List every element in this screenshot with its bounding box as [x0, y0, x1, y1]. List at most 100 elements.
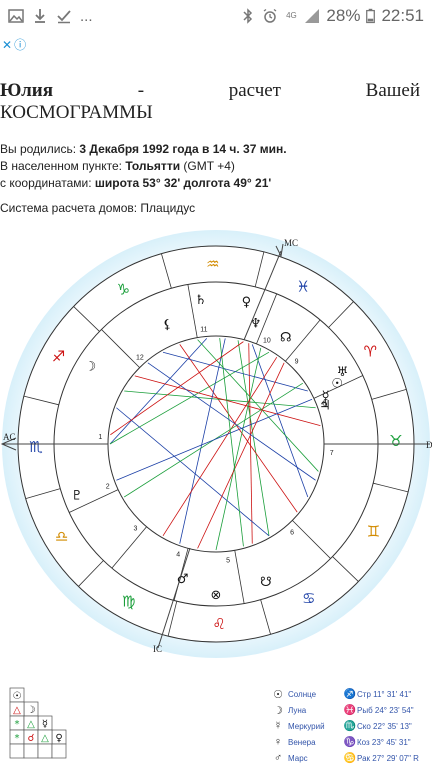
- check-done-icon: [57, 10, 71, 24]
- moon-icon: ☽: [85, 360, 97, 375]
- fortune-icon: ⊗: [211, 588, 222, 603]
- legend-row: ☿ Меркурий ♏ Ско 22° 35' 13": [268, 718, 432, 734]
- house-number: 7: [330, 450, 334, 457]
- house-ring-inner: [107, 335, 325, 553]
- aspect-planet-icon: ☿: [42, 719, 48, 730]
- legend-position: Ско 22° 35' 13": [357, 721, 412, 731]
- place-label: В населенном пункте:: [0, 159, 122, 173]
- legend-planet-icon: ♀: [273, 736, 283, 748]
- legend-planet-name: Меркурий: [288, 721, 325, 731]
- gemini-icon: ♊: [367, 522, 380, 540]
- aspect-symbol: △: [13, 705, 21, 716]
- battery-percent: 28%: [326, 6, 361, 25]
- download-icon: [35, 9, 45, 23]
- coords-line: с координатами: широта 53° 32' долгота 4…: [0, 175, 287, 192]
- aspect-symbol: △: [27, 719, 35, 730]
- legend-planet-icon: ☉: [273, 688, 283, 701]
- legend-sign-icon: ♏: [343, 720, 357, 732]
- south-node-icon: ☋: [260, 575, 272, 590]
- venus-icon: ♀: [242, 295, 252, 310]
- aspect-cell: [23, 743, 39, 759]
- libra-icon: ♎: [55, 528, 68, 546]
- aspect-planet-icon: ☽: [27, 705, 36, 716]
- legend-row: ☉ Солнце ♐ Стр 11° 31' 41": [268, 686, 432, 702]
- legend-planet-icon: ♂: [273, 752, 283, 764]
- pluto-icon: ♇: [71, 489, 83, 504]
- legend-row: ☽ Луна ♓ Рыб 24° 23' 54": [268, 702, 432, 718]
- place-timezone: (GMT +4): [183, 159, 235, 173]
- legend-sign-icon: ♓: [343, 704, 357, 716]
- aspect-symbol: *: [15, 719, 20, 730]
- aspect-symbol: ☌: [28, 733, 35, 744]
- birth-place-line: В населенном пункте: Тольятти (GMT +4): [0, 158, 287, 175]
- alarm-icon: [264, 8, 277, 23]
- aspect-symbol: △: [41, 733, 49, 744]
- legend-planet-icon: ☿: [273, 720, 283, 732]
- more-notifications: ...: [80, 7, 93, 25]
- planet-legend: ☉ Солнце ♐ Стр 11° 31' 41" ☽ Луна ♓ Рыб 24° 23'…: [268, 686, 432, 766]
- dc-label: D: [426, 440, 432, 450]
- legend-planet-name: Марс: [288, 753, 308, 763]
- ad-close-icon[interactable]: ✕: [2, 39, 12, 51]
- aspect-grid: ☉ ☽ ☿ ♀ △ * △ * ☌ △: [9, 687, 67, 759]
- user-name: Юлия: [0, 80, 54, 101]
- house-number: 10: [263, 338, 271, 345]
- aspect-planet-icon: ♀: [55, 733, 62, 744]
- status-bar: ... 4G 28% 22:51: [0, 0, 432, 32]
- legend-sign-icon: ♋: [343, 752, 357, 764]
- neptune-icon: ♆: [250, 316, 262, 331]
- born-value: 3 Декабря 1992 года в 14 ч. 37 мин.: [79, 142, 287, 156]
- clock: 22:51: [381, 6, 424, 25]
- legend-row: ♀ Венера ♑ Коз 23° 45' 31": [268, 734, 432, 750]
- aspect-cell: [37, 743, 53, 759]
- bluetooth-icon: [243, 8, 253, 24]
- title-line-2: КОСМОГРАММЫ: [0, 102, 153, 123]
- legend-sign-icon: ♐: [343, 688, 357, 700]
- sagittarius-icon: ♐: [52, 348, 65, 366]
- legend-sign-icon: ♑: [343, 736, 357, 748]
- aspect-cell: [9, 743, 25, 759]
- birth-info: Вы родились: 3 Декабря 1992 года в 14 ч.…: [0, 141, 287, 192]
- legend-position: Рак 27° 29' 07" R: [357, 753, 419, 763]
- taurus-icon: ♉: [389, 432, 402, 450]
- virgo-icon: ♍: [122, 592, 135, 610]
- capricorn-icon: ♑: [117, 281, 130, 299]
- legend-planet-name: Солнце: [288, 689, 317, 699]
- title-word-2: Вашей: [365, 80, 420, 101]
- scorpio-icon: ♏: [29, 438, 43, 456]
- pisces-icon: ♓: [297, 278, 310, 296]
- house-number: 1: [98, 434, 102, 441]
- ad-info-icon[interactable]: ⓘ: [14, 39, 26, 51]
- legend-planet-name: Луна: [288, 705, 307, 715]
- signal-icon: [305, 9, 320, 23]
- house-number: 2: [106, 484, 110, 491]
- legend-position: Стр 11° 31' 41": [357, 689, 412, 699]
- network-type: 4G: [286, 11, 297, 20]
- natal-chart: ♒♑♐♏♎♍♌♋♊♉♈♓ 123456789101112 ♄ ♀♆☊⚸☽ ♅☿☉♇♂…: [0, 230, 432, 658]
- birth-date-line: Вы родились: 3 Декабря 1992 года в 14 ч.…: [0, 141, 287, 158]
- aspect-cell: [51, 743, 67, 759]
- jupiter-icon: ♃: [319, 398, 331, 413]
- leo-icon: ♌: [212, 615, 225, 633]
- ic-label: IC: [153, 644, 162, 654]
- legend-planet-name: Венера: [288, 737, 316, 747]
- house-number: 3: [133, 525, 137, 532]
- cancer-icon: ♋: [302, 589, 315, 607]
- system-icons: 4G 28% 22:51: [240, 6, 424, 26]
- place-value: Тольятти: [125, 159, 181, 173]
- ad-controls: ✕ ⓘ: [0, 36, 26, 54]
- house-number: 4: [176, 552, 180, 559]
- node-icon: ☊: [280, 331, 292, 346]
- title-word-1: расчет: [228, 80, 281, 101]
- house-system: Система расчета домов: Плацидус: [0, 201, 196, 215]
- saturn-icon: ♄: [195, 293, 207, 308]
- battery-icon: [366, 8, 376, 24]
- house-number: 6: [290, 530, 294, 537]
- born-label: Вы родились:: [0, 142, 77, 156]
- aries-icon: ♈: [364, 342, 377, 360]
- house-number: 9: [295, 359, 299, 366]
- coords-label: с координатами:: [0, 176, 92, 190]
- house-number: 11: [200, 327, 207, 334]
- aquarius-icon: ♒: [206, 255, 219, 273]
- sun-icon: ☉: [331, 376, 343, 391]
